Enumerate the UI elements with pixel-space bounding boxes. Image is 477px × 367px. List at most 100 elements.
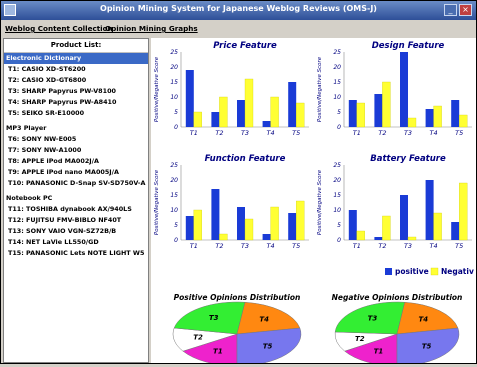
bar-positive [211,112,220,127]
y-tick-label: 15 [333,79,341,86]
chart-title: Battery Feature [370,154,446,164]
bar-negative [356,102,365,128]
y-tick-label: 10 [333,94,341,101]
x-tick-label: T1 [353,242,361,250]
y-tick-label: 20 [170,64,178,71]
bar-positive [185,70,194,127]
product-item[interactable]: T9: APPLE iPod nano MA005J/A [4,167,148,178]
bar-positive [288,82,297,127]
chart-title: Design Feature [372,41,445,51]
bar-positive [451,222,460,240]
category-notebook-pc[interactable]: Notebook PC [4,193,148,204]
product-item[interactable]: T4: SHARP Papyrus PW-A8410 [4,97,148,108]
product-item[interactable]: T11: TOSHIBA dynabook AX/940LS [4,204,148,215]
bar-positive [400,52,408,127]
bar-positive [262,234,271,240]
x-tick-label: T5 [455,129,463,137]
window-title: Opinion Mining System for Japanese Weblo… [100,4,377,13]
pie-slice-label: T1 [374,347,384,355]
product-item[interactable]: T6: SONY NW-E005 [4,134,148,145]
legend-label-positive: positive [395,267,429,276]
menu-opinion-mining-graphs[interactable]: Opinion Mining Graphs [105,24,198,33]
x-tick-label: T4 [267,129,275,137]
close-button[interactable]: × [459,4,472,16]
x-tick-label: T5 [292,129,300,137]
y-axis-label: Positive/Negative Score [317,56,323,122]
x-tick-label: T2 [215,129,223,137]
bar-negative [296,102,305,128]
bar-positive [237,100,245,127]
opinion-graphs: Price Feature Positive/Negative Score 0 5 10… [154,41,474,367]
x-tick-label: T2 [215,242,223,250]
product-item[interactable]: T13: SONY VAIO VGN-SZ72B/B [4,226,148,237]
product-item[interactable]: T5: SEIKO SR-E10000 [4,108,148,119]
bar-negative [433,212,442,241]
pie-slice-label: T3 [368,315,378,323]
product-item[interactable]: T2: CASIO XD-GT6800 [4,75,148,86]
bar-positive [262,121,271,127]
x-tick-label: T4 [430,129,438,137]
y-tick-label: 5 [174,109,178,116]
y-tick-label: 10 [170,207,178,214]
y-tick-label: 5 [337,109,341,116]
bar-negative [382,215,391,241]
product-item[interactable]: T7: SONY NW-A1000 [4,145,148,156]
y-tick-label: 25 [170,162,178,169]
bar-positive [400,195,408,240]
product-item[interactable]: T10: PANASONIC D-Snap SV-SD750V-A [4,178,148,189]
x-tick-label: T5 [455,242,463,250]
y-tick-label: 5 [337,222,341,229]
title-bar[interactable]: Opinion Mining System for Japanese Weblo… [1,1,476,20]
x-tick-label: T1 [190,129,198,137]
x-tick-label: T4 [430,242,438,250]
y-tick-label: 0 [337,237,341,244]
bar-negative [407,117,417,128]
x-tick-label: T1 [190,242,198,250]
pie-slice-label: T5 [263,343,273,351]
x-tick-label: T3 [241,129,249,137]
chart-title: Function Feature [205,154,286,164]
bar-positive [451,100,460,127]
product-item[interactable]: T15: PANASONIC Lets NOTE LIGHT W5 [4,248,148,259]
y-tick-label: 25 [333,49,341,56]
category-electronic-dictionary[interactable]: Electronic Dictionary [4,53,148,64]
product-item[interactable]: T1: CASIO XD-ST6200 [4,64,148,75]
bar-positive [237,207,245,240]
bar-positive [288,213,297,240]
y-tick-label: 15 [170,79,178,86]
product-item[interactable]: T12: FUJITSU FMV-BIBLO NF40T [4,215,148,226]
product-item[interactable]: T8: APPLE iPod MA002J/A [4,156,148,167]
y-tick-label: 0 [174,124,178,131]
product-item[interactable]: T14: NET LaVie LL550/GD [4,237,148,248]
pie-slice-label: T3 [209,314,219,322]
y-tick-label: 20 [333,64,341,71]
bar-negative [296,200,305,241]
bar-positive [374,94,383,127]
y-tick-label: 0 [337,124,341,131]
bar-positive [348,100,357,127]
menu-weblog-content-collection[interactable]: Weblog Content Collection [5,24,113,33]
bar-negative [219,96,228,128]
menu-bar: Weblog Content Collection Opinion Mining… [1,21,476,35]
pie-slice-label: T4 [418,316,428,324]
pie-slice-label: T1 [213,347,223,355]
x-tick-label: T4 [267,242,275,250]
y-tick-label: 20 [333,177,341,184]
y-axis-label: Positive/Negative Score [154,56,160,122]
category-mp3-player[interactable]: MP3 Player [4,123,148,134]
pie-title: Negative Opinions Distribution [332,293,463,302]
bar-negative [459,182,468,241]
x-tick-label: T3 [241,242,249,250]
bar-positive [425,109,434,127]
y-tick-label: 10 [170,94,178,101]
x-tick-label: T2 [378,129,386,137]
y-tick-label: 5 [174,222,178,229]
product-item[interactable]: T3: SHARP Papyrus PW-V8100 [4,86,148,97]
y-axis-label: Positive/Negative Score [154,169,160,235]
x-tick-label: T3 [404,242,412,250]
legend-label-negative: Negativ [441,267,474,276]
bar-negative [407,236,417,241]
bar-positive [211,189,220,240]
minimize-button[interactable]: _ [444,4,457,16]
y-tick-label: 15 [333,192,341,199]
